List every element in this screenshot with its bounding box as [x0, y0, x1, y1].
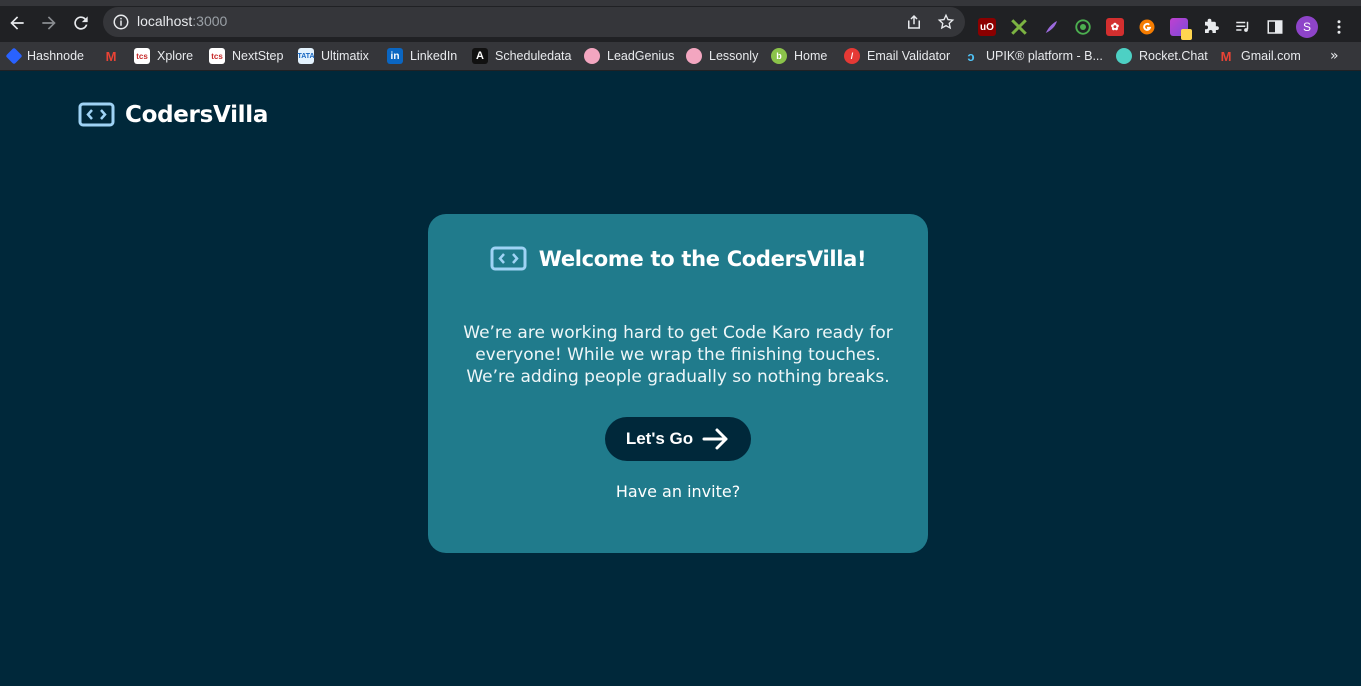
- tcs-icon: tcs: [209, 48, 225, 64]
- bookmark-home[interactable]: b Home: [771, 45, 827, 67]
- upik-icon: ↄ: [967, 48, 975, 64]
- tcs-icon: tcs: [134, 48, 150, 64]
- feather-icon[interactable]: [1042, 18, 1060, 36]
- bookmark-lessonly[interactable]: Lessonly: [686, 45, 758, 67]
- gmail-icon: M: [105, 48, 117, 64]
- bookmark-email-validator[interactable]: / Email Validator: [844, 45, 950, 67]
- card-title: Welcome to the CodersVilla!: [538, 246, 867, 271]
- bookmark-label: Email Validator: [867, 49, 951, 63]
- puzzle-icon[interactable]: [1202, 18, 1220, 36]
- bookmark-scheduledata[interactable]: A Scheduledata: [472, 45, 571, 67]
- bookmark-label: UPIK® platform - B...: [986, 49, 1103, 63]
- lets-go-button[interactable]: Let's Go: [605, 417, 751, 461]
- linkedin-icon: in: [387, 48, 403, 64]
- tata-icon: TATA: [297, 48, 315, 64]
- brain-icon: [584, 48, 600, 64]
- bookmark-label: Rocket.Chat: [1139, 49, 1208, 63]
- page: CodersVilla Welcome to the CodersVilla! …: [0, 72, 1361, 686]
- bookmark-label: Xplore: [157, 49, 194, 63]
- bookmark-rocketchat[interactable]: Rocket.Chat: [1116, 45, 1208, 67]
- hashnode-icon: [5, 47, 23, 65]
- address-bar[interactable]: localhost:3000: [103, 7, 965, 37]
- bookmark-label: Lessonly: [709, 49, 759, 63]
- media-queue-icon[interactable]: [1234, 18, 1252, 36]
- bookmark-label: Gmail.com: [1241, 49, 1301, 63]
- ublock-icon[interactable]: uO: [978, 18, 996, 36]
- card-header: Welcome to the CodersVilla!: [428, 244, 928, 273]
- card-description: We’re are working hard to get Code Karo …: [463, 323, 893, 387]
- brand-logo[interactable]: CodersVilla: [78, 100, 268, 129]
- brand-name: CodersVilla: [125, 101, 269, 128]
- chevron-double-right-icon[interactable]: »: [1330, 48, 1339, 64]
- target-icon[interactable]: [1074, 18, 1092, 36]
- star-icon[interactable]: [937, 13, 955, 31]
- arrow-right-icon: [42, 16, 56, 30]
- rocketchat-icon: [1116, 48, 1132, 64]
- kebab-menu-icon[interactable]: [1330, 18, 1348, 36]
- bookmark-label: Scheduledata: [495, 49, 572, 63]
- extension-red-icon[interactable]: ✿: [1106, 18, 1124, 36]
- bookmark-nextstep[interactable]: tcs NextStep: [209, 45, 283, 67]
- code-window-icon: [78, 102, 115, 127]
- bookmark-ultimatix[interactable]: TATA Ultimatix: [297, 45, 369, 67]
- bookmark-gmail-com[interactable]: M Gmail.com: [1218, 45, 1301, 67]
- reload-icon: [74, 16, 88, 30]
- url-text: localhost:3000: [137, 13, 227, 29]
- bookmark-label: LeadGenius: [607, 49, 675, 63]
- grammarly-icon[interactable]: [1138, 18, 1156, 36]
- share-icon[interactable]: [905, 13, 923, 31]
- back-button[interactable]: [4, 10, 30, 36]
- url-port: :3000: [192, 13, 228, 29]
- validator-icon: /: [844, 48, 860, 64]
- arrow-left-icon: [10, 16, 24, 30]
- reload-button[interactable]: [68, 10, 94, 36]
- bookmark-label: Hashnode: [27, 49, 84, 63]
- bookmark-upik[interactable]: ↄ UPIK® platform - B...: [963, 45, 1103, 67]
- welcome-card: Welcome to the CodersVilla! We’re are wo…: [428, 214, 928, 553]
- invite-link[interactable]: Have an invite?: [428, 482, 928, 501]
- forward-button[interactable]: [36, 10, 62, 36]
- profile-avatar[interactable]: S: [1296, 16, 1318, 38]
- bookmarks-bar: Hashnode M tcs Xplore tcs NextStep TATA …: [0, 42, 1361, 71]
- info-icon[interactable]: [112, 13, 130, 31]
- bookmark-gmail[interactable]: M: [103, 45, 119, 67]
- bookmark-xplore[interactable]: tcs Xplore: [134, 45, 193, 67]
- tools-icon[interactable]: [1010, 18, 1028, 36]
- bookmark-label: LinkedIn: [410, 49, 458, 63]
- arrow-right-icon: [702, 428, 728, 450]
- brain-icon: [686, 48, 702, 64]
- color-picker-icon[interactable]: [1170, 18, 1192, 40]
- bookmark-label: Ultimatix: [321, 49, 369, 63]
- url-host: localhost: [137, 13, 193, 29]
- bookmark-linkedin[interactable]: in LinkedIn: [387, 45, 457, 67]
- gmail-icon: M: [1220, 48, 1232, 64]
- code-window-icon: [490, 246, 527, 271]
- side-panel-icon[interactable]: [1266, 18, 1284, 36]
- lets-go-label: Let's Go: [625, 429, 694, 448]
- bookmark-label: Home: [794, 49, 828, 63]
- browser-toolbar: localhost:3000 uO ✿ S: [0, 0, 1361, 42]
- bookmark-leadgenius[interactable]: LeadGenius: [584, 45, 674, 67]
- angular-icon: A: [472, 48, 488, 64]
- bookmark-label: NextStep: [232, 49, 284, 63]
- bookmark-hashnode[interactable]: Hashnode: [5, 45, 84, 67]
- home-icon: b: [771, 48, 787, 64]
